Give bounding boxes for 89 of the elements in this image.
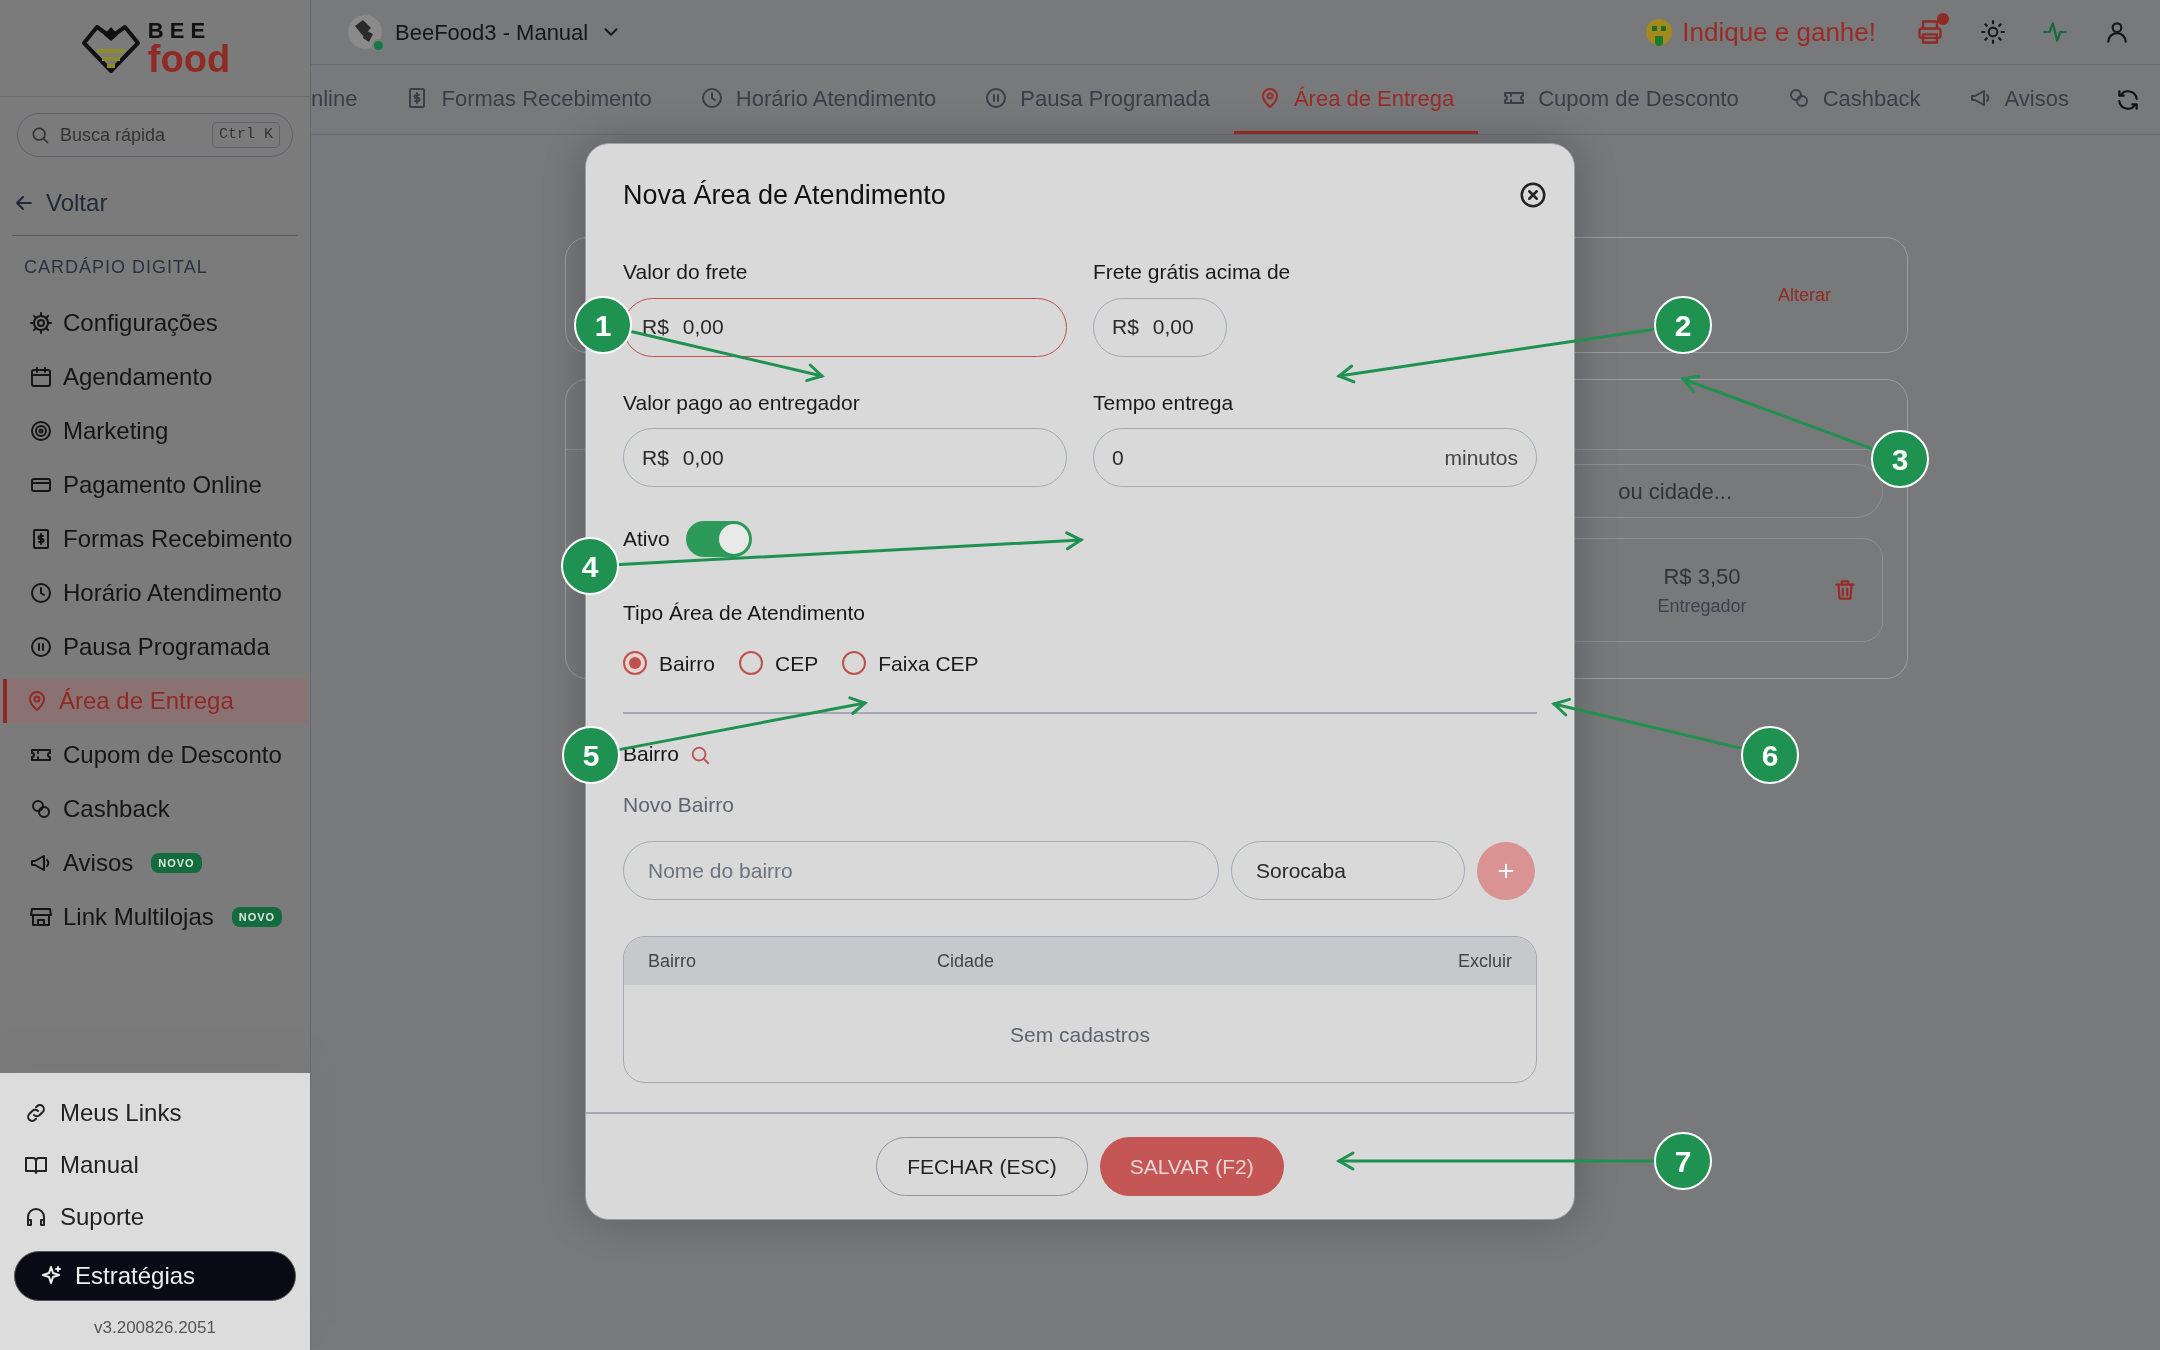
calendar-icon xyxy=(29,365,53,389)
tab[interactable]: nline xyxy=(311,65,382,134)
field-label: Valor pago ao entregador xyxy=(623,389,860,416)
trash-icon xyxy=(1832,577,1858,603)
tab[interactable]: Horário Atendimento xyxy=(675,65,961,134)
callout-tooltip: 2 xyxy=(1654,296,1712,354)
column-header: Bairro xyxy=(648,949,697,973)
tab[interactable]: Formas Recebimento xyxy=(381,65,676,134)
field-label: Tempo entrega xyxy=(1093,389,1234,416)
field-label: Tipo Área de Atendimento xyxy=(623,600,867,626)
emoji-icon xyxy=(1644,17,1675,47)
back-link[interactable]: Voltar xyxy=(12,185,310,221)
callout-tooltip: 5 xyxy=(562,726,620,784)
sidebar-item[interactable]: Horário Atendimento xyxy=(3,571,307,615)
tab[interactable]: Cashback xyxy=(1762,65,1945,134)
search-icon xyxy=(689,744,712,767)
version-text: v3.200826.2051 xyxy=(93,1316,217,1339)
field-value: 0,00 xyxy=(682,444,725,471)
sidebar-item[interactable]: Pausa Programada xyxy=(3,625,307,669)
stat-label: Entregador xyxy=(1657,595,1747,618)
currency-prefix: R$ xyxy=(642,314,669,341)
search-placeholder: ou cidade... xyxy=(1618,477,1732,506)
modal-title: Nova Área de Atendimento xyxy=(623,178,946,212)
callout-tooltip: 6 xyxy=(1741,726,1799,784)
footer-link[interactable]: Suporte xyxy=(14,1190,296,1243)
empty-message: Sem cadastros xyxy=(1008,1022,1152,1048)
pause-icon xyxy=(29,635,53,659)
radio-option[interactable]: CEP xyxy=(739,647,819,679)
field-value: 0 xyxy=(1112,444,1125,471)
field-label: Novo Bairro xyxy=(623,791,735,818)
sidebar-item[interactable]: Cupom de Desconto xyxy=(3,733,307,777)
sidebar-item[interactable]: Formas Recebimento xyxy=(3,517,307,561)
column-header: Excluir xyxy=(1458,949,1512,973)
store-avatar-icon xyxy=(347,14,383,51)
close-button[interactable] xyxy=(1518,180,1548,210)
search-icon xyxy=(30,125,50,145)
input-field[interactable]: Sorocaba xyxy=(1231,841,1465,900)
section-heading: CARDÁPIO DIGITAL xyxy=(24,256,209,279)
field-value: 0,00 xyxy=(682,314,725,341)
shortcut-key: Ctrl K xyxy=(212,121,280,149)
target-icon xyxy=(29,419,53,443)
brand-name: BEE xyxy=(147,19,213,42)
callout-tooltip: 3 xyxy=(1871,430,1929,488)
callout-tooltip: 4 xyxy=(561,537,619,595)
pause-icon xyxy=(984,86,1009,110)
pulse-icon xyxy=(2042,19,2068,45)
close-icon xyxy=(1518,180,1548,210)
callout-tooltip: 7 xyxy=(1654,1132,1712,1190)
section-title: Bairro xyxy=(623,741,680,767)
field-value: 0,00 xyxy=(1152,314,1195,341)
save-button[interactable]: SALVAR (F2) xyxy=(1099,1137,1284,1196)
sidebar-item[interactable]: Avisos NOVO xyxy=(3,841,307,885)
input-field[interactable]: Nome do bairro xyxy=(623,841,1219,900)
sidebar-item[interactable]: Agendamento xyxy=(3,355,307,399)
currency-prefix: R$ xyxy=(642,444,669,471)
new-badge: NOVO xyxy=(151,852,202,874)
gear-icon xyxy=(29,311,53,335)
callout-tooltip: 1 xyxy=(574,296,632,354)
field-label: Valor do frete xyxy=(623,259,748,285)
clock-icon xyxy=(699,86,724,110)
radio-option[interactable]: Bairro xyxy=(623,647,716,679)
sidebar-item[interactable]: Configurações xyxy=(3,301,307,345)
sidebar-item[interactable]: Link Multilojas NOVO xyxy=(3,895,307,939)
field-label: Frete grátis acima de xyxy=(1093,259,1291,285)
search-placeholder: Busca rápida xyxy=(60,123,166,147)
clock-icon xyxy=(29,581,53,605)
strategies-button[interactable]: Estratégias xyxy=(14,1250,296,1301)
currency-prefix: R$ xyxy=(1112,314,1139,341)
footer-link[interactable]: Manual xyxy=(14,1138,296,1191)
tab[interactable]: Pausa Programada xyxy=(960,65,1234,134)
toggle-label: Ativo xyxy=(623,526,670,553)
user-icon xyxy=(2104,19,2130,45)
printer-icon xyxy=(1916,18,1944,46)
sidebar-item[interactable]: Pagamento Online xyxy=(3,463,307,507)
sun-icon xyxy=(1980,19,2006,45)
tab[interactable]: Avisos xyxy=(1944,65,2093,134)
sidebar-item[interactable]: Cashback xyxy=(3,787,307,831)
new-badge: NOVO xyxy=(231,906,283,928)
coins-icon xyxy=(29,797,53,821)
toggle-switch[interactable] xyxy=(685,521,752,557)
radio-option[interactable]: Faixa CEP xyxy=(842,647,979,679)
footer-link[interactable]: Meus Links xyxy=(14,1086,296,1139)
sidebar-item[interactable]: Marketing xyxy=(3,409,307,453)
store-selector[interactable]: BeeFood3 - Manual xyxy=(347,14,623,50)
stat-value: R$ 3,50 xyxy=(1663,563,1741,591)
store-icon xyxy=(29,905,53,929)
column-header: Cidade xyxy=(937,949,996,973)
brand-name: food xyxy=(147,41,231,77)
tab[interactable]: Cupom de Desconto xyxy=(1478,65,1763,134)
